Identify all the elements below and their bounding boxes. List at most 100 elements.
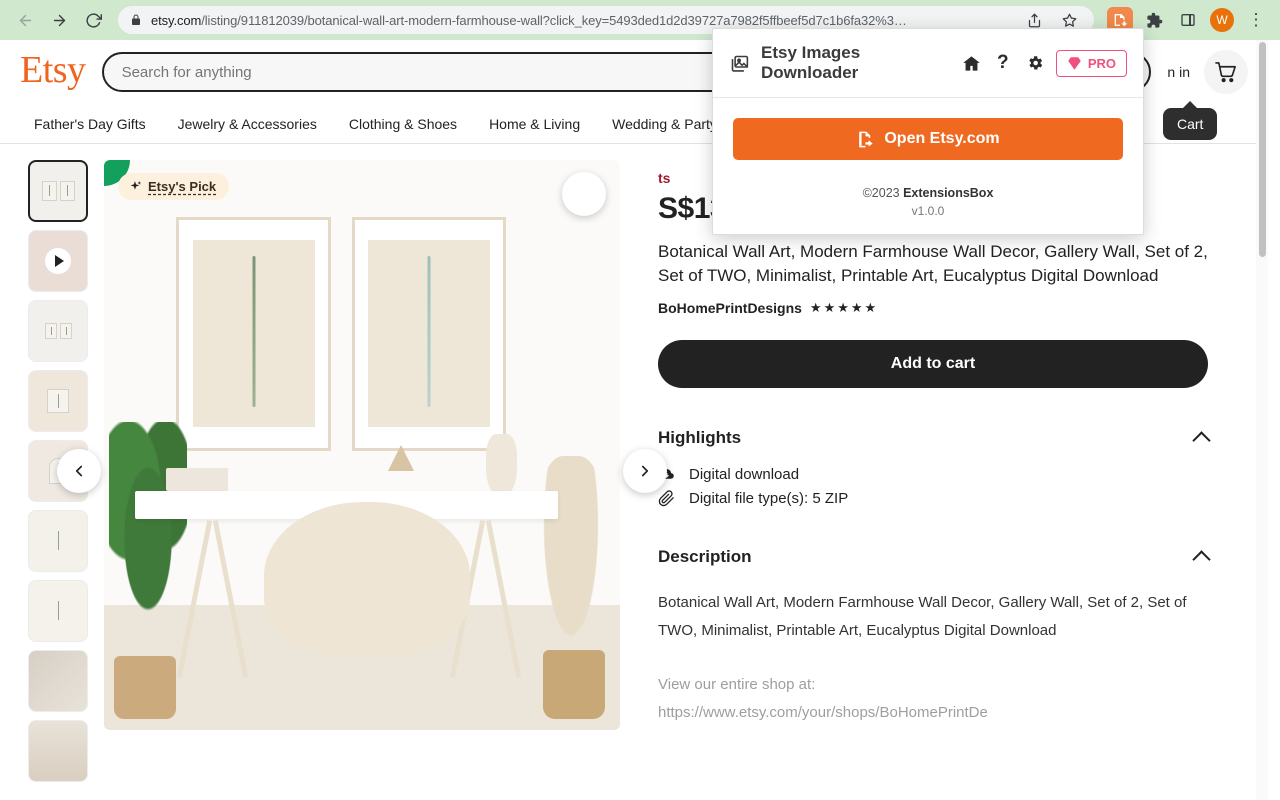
copyright-text: ©2023 bbox=[862, 186, 904, 200]
description-title: Description bbox=[658, 547, 752, 567]
listing-info: ts S$13.45 S$22.41 (40% Off) Botanical W… bbox=[634, 160, 1248, 782]
hero-image[interactable] bbox=[104, 160, 620, 730]
page-scrollbar[interactable] bbox=[1256, 40, 1268, 800]
highlights-list: Digital download Digital file type(s): 5… bbox=[658, 466, 1208, 507]
avatar: W bbox=[1210, 8, 1234, 32]
pro-label: PRO bbox=[1087, 55, 1117, 71]
highlight-label: Digital download bbox=[689, 466, 800, 484]
letter-a-decor bbox=[387, 445, 414, 471]
nav-item-home-living[interactable]: Home & Living bbox=[489, 116, 580, 132]
extensions-button[interactable] bbox=[1140, 6, 1168, 34]
extension-popup: Etsy Images Downloader ? PRO Open Etsy.c… bbox=[712, 28, 1144, 235]
reviews-count: 209 reviews bbox=[28, 796, 167, 800]
thumbnail-8[interactable] bbox=[28, 650, 88, 712]
shop-row: BoHomePrintDesigns ★★★★★ bbox=[658, 300, 1208, 316]
chevron-right-icon bbox=[641, 465, 649, 477]
extension-title: Etsy Images Downloader bbox=[761, 43, 861, 82]
thumbnail-1[interactable] bbox=[28, 160, 88, 222]
etsy-logo[interactable]: Etsy bbox=[20, 51, 86, 93]
extension-popup-footer: ©2023 ExtensionsBox v1.0.0 bbox=[713, 174, 1143, 234]
thumbnail-7[interactable] bbox=[28, 580, 88, 642]
framed-print-left bbox=[176, 217, 332, 451]
woven-basket-right bbox=[542, 650, 605, 719]
nav-item-clothing-shoes[interactable]: Clothing & Shoes bbox=[349, 116, 457, 132]
thumbnail-2-video[interactable] bbox=[28, 230, 88, 292]
cart-button[interactable] bbox=[1204, 50, 1248, 94]
hero-gallery: Etsy's Pick bbox=[57, 160, 667, 782]
highlight-label: Digital file type(s): 5 ZIP bbox=[689, 490, 849, 508]
nav-item-wedding-party[interactable]: Wedding & Party bbox=[612, 116, 717, 132]
highlight-item: Digital download bbox=[658, 466, 1208, 483]
sparkle-icon bbox=[130, 181, 142, 190]
chair bbox=[263, 502, 471, 656]
forward-button[interactable] bbox=[44, 5, 74, 35]
reload-button[interactable] bbox=[78, 5, 108, 35]
cart-tooltip: Cart bbox=[1163, 108, 1218, 140]
description-shop-line: View our entire shop at: https://www.ets… bbox=[658, 671, 1208, 727]
chevron-up-icon[interactable] bbox=[1192, 431, 1211, 450]
pro-badge[interactable]: PRO bbox=[1055, 49, 1128, 77]
shop-link-url[interactable]: https://www.etsy.com/your/shops/BoHomePr… bbox=[658, 699, 1208, 727]
favorite-button[interactable] bbox=[562, 172, 606, 216]
extension-popup-body: Open Etsy.com bbox=[713, 98, 1143, 174]
open-etsy-label: Open Etsy.com bbox=[884, 130, 1000, 147]
version-label: v1.0.0 bbox=[911, 204, 945, 218]
highlights-header[interactable]: Highlights bbox=[658, 428, 1211, 450]
side-panel-icon bbox=[1181, 14, 1195, 26]
images-stack-icon bbox=[729, 53, 750, 74]
chevron-up-icon[interactable] bbox=[1192, 550, 1211, 569]
lock-icon bbox=[130, 14, 142, 26]
etsys-pick-label: Etsy's Pick bbox=[148, 179, 217, 194]
etsys-pick-badge: Etsy's Pick bbox=[118, 173, 230, 200]
shopping-cart-icon bbox=[1214, 61, 1236, 82]
nav-item-jewelry-accessories[interactable]: Jewelry & Accessories bbox=[178, 116, 317, 132]
reload-icon bbox=[85, 12, 102, 28]
add-to-cart-button[interactable]: Add to cart bbox=[658, 340, 1208, 389]
vase bbox=[485, 433, 517, 497]
back-button[interactable] bbox=[10, 5, 40, 35]
star-icon bbox=[1062, 13, 1076, 27]
extensions-puzzle-icon bbox=[1146, 12, 1162, 28]
next-image-button[interactable] bbox=[623, 449, 667, 493]
external-link-icon bbox=[859, 131, 873, 147]
paperclip-icon bbox=[658, 490, 674, 507]
company-name: ExtensionsBox bbox=[903, 186, 994, 200]
nav-item-fathers-day-gifts[interactable]: Father's Day Gifts bbox=[34, 116, 146, 132]
help-button[interactable]: ? bbox=[993, 52, 1014, 74]
thumbnail-3[interactable] bbox=[28, 300, 88, 362]
highlight-item: Digital file type(s): 5 ZIP bbox=[658, 490, 1208, 507]
shop-rating-stars: ★★★★★ bbox=[809, 300, 879, 316]
framed-print-right bbox=[351, 217, 507, 451]
highlights-title: Highlights bbox=[658, 428, 742, 448]
home-icon bbox=[962, 55, 980, 71]
play-icon bbox=[45, 248, 71, 274]
open-etsy-button[interactable]: Open Etsy.com bbox=[733, 118, 1123, 160]
side-panel-button[interactable] bbox=[1174, 6, 1202, 34]
product-section: Etsy's Pick ts Botanical Wall Art, Moder… bbox=[0, 144, 1268, 782]
sign-in-link[interactable]: n in bbox=[1167, 64, 1190, 80]
diamond-icon bbox=[1068, 56, 1081, 70]
back-arrow-icon bbox=[19, 14, 31, 26]
settings-button[interactable] bbox=[1024, 54, 1045, 72]
share-icon bbox=[1028, 13, 1040, 27]
previous-image-button[interactable] bbox=[57, 449, 101, 493]
shop-name-link[interactable]: BoHomePrintDesigns bbox=[658, 300, 802, 316]
extension-popup-header: Etsy Images Downloader ? PRO bbox=[713, 29, 1143, 98]
header-actions: n in bbox=[1167, 50, 1248, 94]
scrollbar-thumb[interactable] bbox=[1258, 42, 1266, 257]
thumbnail-6[interactable] bbox=[28, 510, 88, 572]
thumbnail-4[interactable] bbox=[28, 370, 88, 432]
stacked-books bbox=[165, 467, 228, 491]
description-header[interactable]: Description bbox=[658, 547, 1211, 569]
gear-icon bbox=[1028, 56, 1042, 70]
home-button[interactable] bbox=[961, 54, 982, 73]
forward-arrow-icon bbox=[53, 14, 65, 26]
thumbnail-9[interactable] bbox=[28, 720, 88, 782]
chrome-menu-button[interactable]: ⋮ bbox=[1242, 6, 1270, 34]
description-body: Botanical Wall Art, Modern Farmhouse Wal… bbox=[658, 594, 1187, 639]
product-photo-scene bbox=[104, 160, 620, 730]
question-mark-icon: ? bbox=[997, 52, 1009, 73]
profile-button[interactable]: W bbox=[1208, 6, 1236, 34]
woven-basket-left bbox=[114, 655, 177, 719]
shop-link-label: View our entire shop at: bbox=[658, 675, 816, 693]
